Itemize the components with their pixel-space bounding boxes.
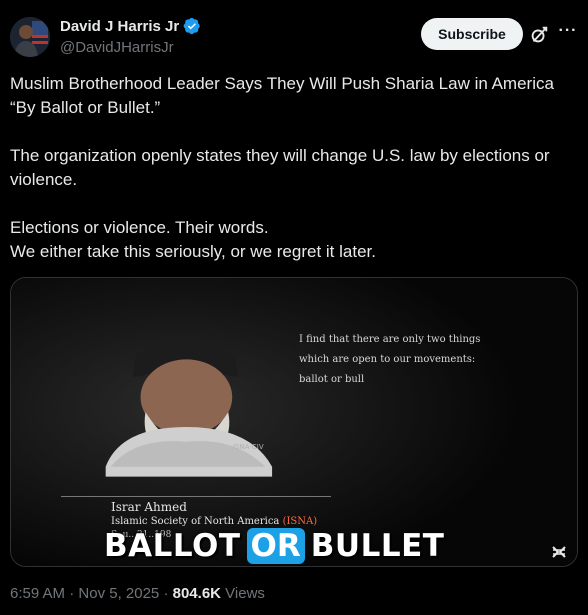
quote-line: ballot or bull [299,374,365,385]
caption-word-highlighted: OR [246,528,305,564]
video-watermark: ISNA-CIV [233,443,264,451]
video-caption: BALLOT OR BULLET [104,526,444,566]
tweet-line: Muslim Brotherhood Leader Says They Will… [10,74,554,93]
views-count: 804.6K [172,585,221,602]
caption-word: BALLOT [104,528,241,564]
tweet-line: “By Ballot or Bullet.” [10,98,161,117]
speaker-name: Israr Ahmed [111,500,187,514]
author-display-name[interactable]: David J Harris Jr [60,18,179,35]
tweet-header: David J Harris Jr @DavidJHarrisJr Subscr… [0,0,588,64]
grok-icon[interactable] [528,24,550,46]
captions-toggle-icon[interactable] [551,544,567,560]
quote-line: I find that there are only two things [299,334,481,345]
tweet-line: Elections or violence. Their words. [10,218,269,237]
tweet-line: The organization openly states they will… [10,146,550,189]
author-name-row: David J Harris Jr [60,17,201,35]
avatar-photo-icon [10,17,50,57]
subscribe-button[interactable]: Subscribe [421,18,523,50]
author-handle[interactable]: @DavidJHarrisJr [60,39,174,56]
quote-line: which are open to our movements: [299,354,476,365]
tweet-date[interactable]: Nov 5, 2025 [78,585,159,602]
caption-word: BULLET [310,528,445,564]
video-player[interactable]: I find that there are only two things wh… [10,277,578,567]
avatar[interactable] [10,17,50,57]
verified-badge-icon [183,17,200,35]
video-quote-text: I find that there are only two things wh… [299,330,519,390]
tweet-text: Muslim Brotherhood Leader Says They Will… [10,72,578,264]
tweet-line: We either take this seriously, or we reg… [10,242,376,261]
tweet-meta: 6:59 AM · Nov 5, 2025 · 804.6K Views [10,585,265,602]
tweet-time[interactable]: 6:59 AM [10,585,65,602]
more-icon[interactable]: ··· [556,22,580,46]
views-label: Views [221,585,265,602]
lower-third-divider [61,496,331,497]
meta-separator: · [65,585,79,602]
meta-separator: · [159,585,173,602]
